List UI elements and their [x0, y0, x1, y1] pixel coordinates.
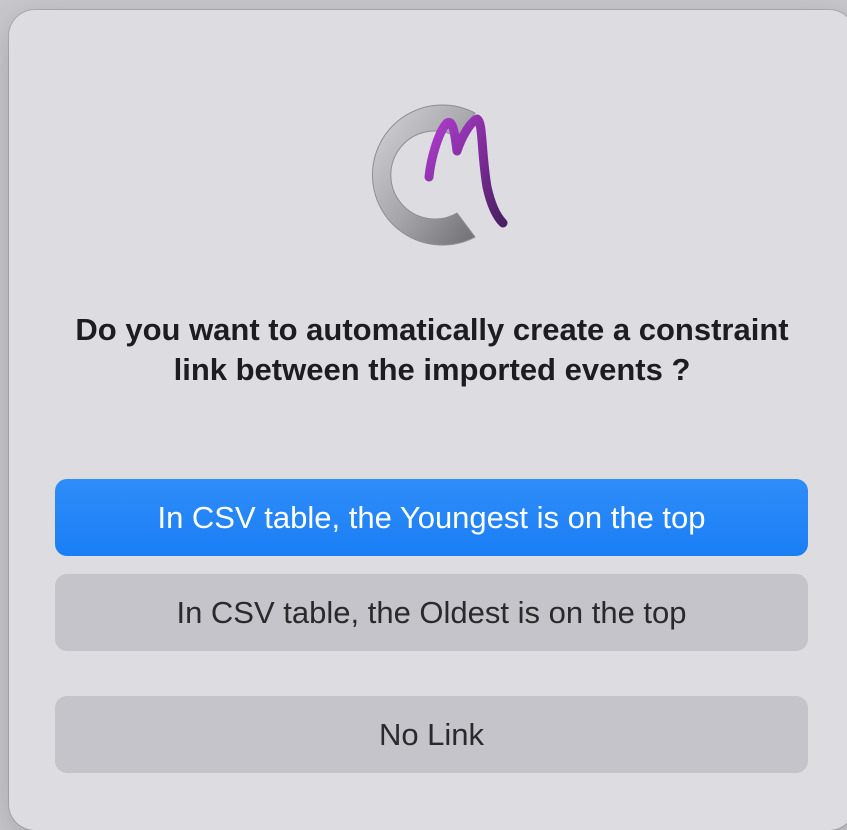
app-logo-icon	[357, 95, 517, 255]
oldest-on-top-button[interactable]: In CSV table, the Oldest is on the top	[55, 574, 808, 651]
import-constraint-dialog: Do you want to automatically create a co…	[9, 10, 847, 830]
youngest-on-top-button[interactable]: In CSV table, the Youngest is on the top	[55, 479, 808, 556]
dialog-message: Do you want to automatically create a co…	[75, 312, 789, 387]
no-link-button[interactable]: No Link	[55, 696, 808, 773]
